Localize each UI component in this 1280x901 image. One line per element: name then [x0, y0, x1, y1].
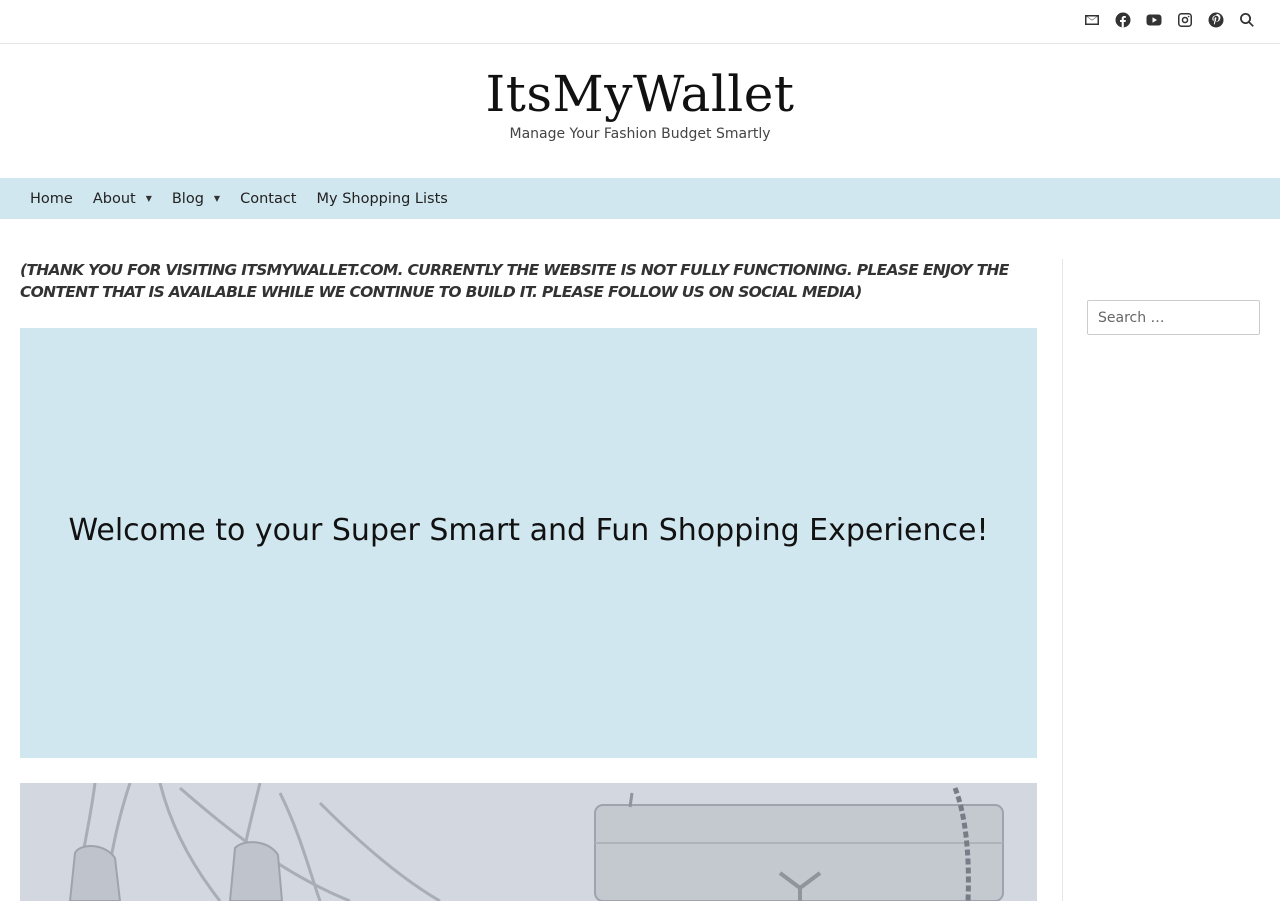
sidebar-divider [1062, 259, 1063, 901]
nav-item-about[interactable]: About ▼ [93, 191, 152, 207]
site-tagline: Manage Your Fashion Budget Smartly [509, 126, 771, 142]
site-branding: ItsMyWallet Manage Your Fashion Budget S… [0, 44, 1280, 178]
sidebar-search-input[interactable] [1087, 300, 1260, 335]
nav-item-label: Home [30, 190, 73, 207]
facebook-icon[interactable] [1114, 11, 1132, 29]
nav-item-my-shopping-lists[interactable]: My Shopping Lists [317, 191, 448, 207]
search-icon[interactable] [1238, 11, 1256, 29]
main-content: (THANK YOU FOR VISITING ITSMYWALLET.COM.… [0, 219, 1280, 901]
hero-banner: Welcome to your Super Smart and Fun Shop… [20, 328, 1037, 758]
caret-down-icon: ▼ [213, 194, 221, 203]
site-notice: (THANK YOU FOR VISITING ITSMYWALLET.COM.… [20, 261, 1009, 301]
youtube-icon[interactable] [1145, 11, 1163, 29]
nav-item-contact[interactable]: Contact [240, 191, 296, 207]
nav-item-label: My Shopping Lists [316, 190, 448, 207]
pinterest-icon[interactable] [1207, 11, 1225, 29]
envelope-icon[interactable] [1083, 11, 1101, 29]
top-bar [0, 0, 1280, 44]
instagram-icon[interactable] [1176, 11, 1194, 29]
nav-item-label: About [92, 190, 136, 207]
hero-heading: Welcome to your Super Smart and Fun Shop… [68, 512, 989, 548]
caret-down-icon: ▼ [145, 194, 152, 203]
nav-item-home[interactable]: Home [30, 191, 73, 207]
site-title[interactable]: ItsMyWallet [0, 64, 1280, 124]
nav-item-label: Blog [171, 190, 204, 207]
social-links [1083, 11, 1256, 29]
featured-image [20, 783, 1037, 901]
main-navigation: Home About ▼ Blog ▼ Contact My Shopping … [0, 178, 1280, 219]
nav-item-blog[interactable]: Blog ▼ [172, 191, 220, 207]
shoes-and-bag-image [68, 783, 1004, 901]
nav-item-label: Contact [240, 190, 297, 207]
